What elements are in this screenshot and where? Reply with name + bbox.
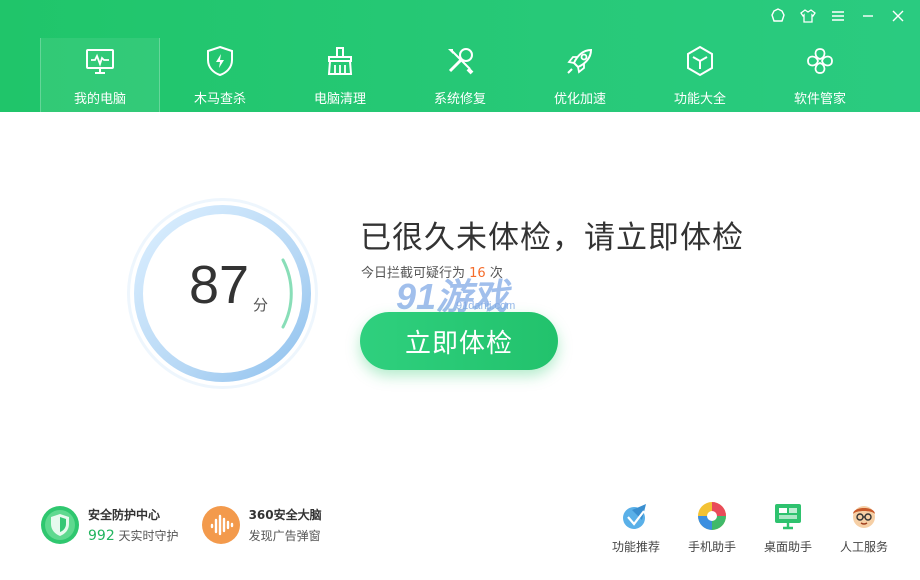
- security-brain-text: 360安全大脑 发现广告弹窗: [249, 506, 322, 544]
- shield-green-icon: [41, 506, 79, 544]
- minimize-icon[interactable]: [858, 6, 878, 26]
- main-nav: 我的电脑 木马查杀 电脑清理 系统修复 优化加速 功能大全 软件管家: [40, 38, 880, 112]
- feature-recommend-button[interactable]: 功能推荐: [610, 500, 662, 555]
- service-icon: [853, 506, 875, 528]
- shirt-icon[interactable]: [798, 6, 818, 26]
- nav-label: 优化加速: [553, 92, 606, 107]
- watermark-url: 91danji.com: [456, 300, 516, 312]
- nav-pc-cleanup[interactable]: 电脑清理: [280, 38, 400, 112]
- guard-days-label: 天实时守护: [114, 529, 179, 543]
- nav-label: 我的电脑: [73, 92, 126, 107]
- security-brain-sub: 发现广告弹窗: [248, 529, 321, 543]
- nav-software-manager[interactable]: 软件管家: [760, 38, 880, 112]
- apps-icon: [803, 44, 837, 78]
- score-value: 87: [189, 255, 250, 315]
- phone-assistant-icon: [698, 502, 726, 530]
- br-label: 手机助手: [687, 540, 736, 554]
- phone-assistant-button[interactable]: 手机助手: [686, 500, 738, 555]
- br-label: 人工服务: [839, 540, 888, 554]
- nav-my-computer[interactable]: 我的电脑: [40, 38, 160, 112]
- desktop-assistant-button[interactable]: 桌面助手: [762, 500, 814, 555]
- bottom-left-panel: 安全防护中心 992 天实时守护 360安全大脑 发现广告弹窗: [40, 505, 322, 545]
- security-center-title: 安全防护中心: [88, 508, 161, 522]
- shield-bolt-icon: [203, 44, 237, 78]
- top-header: 我的电脑 木马查杀 电脑清理 系统修复 优化加速 功能大全 软件管家: [0, 0, 920, 112]
- security-center-text: 安全防护中心 992 天实时守护: [88, 506, 179, 544]
- nav-trojan-scan[interactable]: 木马查杀: [160, 38, 280, 112]
- nav-all-features[interactable]: 功能大全: [640, 38, 760, 112]
- nav-system-repair[interactable]: 系统修复: [400, 38, 520, 112]
- brain-icon: [201, 506, 240, 544]
- bottom-right-tools: 功能推荐 手机助手 桌面助手 人工服务: [610, 500, 890, 555]
- rocket-icon: [563, 44, 597, 78]
- nav-label: 木马查杀: [193, 92, 246, 107]
- checkup-headline: 已很久未体检，请立即体检: [360, 220, 744, 256]
- nav-label: 软件管家: [793, 92, 846, 107]
- nav-optimize[interactable]: 优化加速: [520, 38, 640, 112]
- nav-label: 电脑清理: [313, 92, 366, 107]
- recommend-icon: [623, 504, 646, 529]
- br-label: 功能推荐: [611, 540, 660, 554]
- cube-icon: [683, 44, 717, 78]
- security-brain-item[interactable]: 360安全大脑 发现广告弹窗: [201, 505, 322, 545]
- monitor-icon: [83, 44, 117, 78]
- window-controls: [768, 6, 908, 26]
- tools-icon: [443, 44, 477, 78]
- menu-icon[interactable]: [828, 6, 848, 26]
- guard-days-count: 992: [88, 528, 115, 544]
- desktop-assistant-icon: [775, 504, 801, 530]
- nav-label: 功能大全: [673, 92, 726, 107]
- skin-icon[interactable]: [768, 6, 788, 26]
- security-center-days: 992 天实时守护: [88, 527, 179, 544]
- score-unit: 分: [253, 296, 269, 314]
- close-icon[interactable]: [888, 6, 908, 26]
- security-brain-title: 360安全大脑: [248, 508, 322, 522]
- broom-icon: [323, 44, 357, 78]
- human-service-button[interactable]: 人工服务: [838, 500, 890, 555]
- br-label: 桌面助手: [763, 540, 812, 554]
- nav-label: 系统修复: [433, 92, 486, 107]
- security-center-item[interactable]: 安全防护中心 992 天实时守护: [40, 505, 179, 545]
- score-ring: 87 分: [125, 196, 320, 391]
- start-checkup-button[interactable]: 立即体检: [360, 312, 558, 370]
